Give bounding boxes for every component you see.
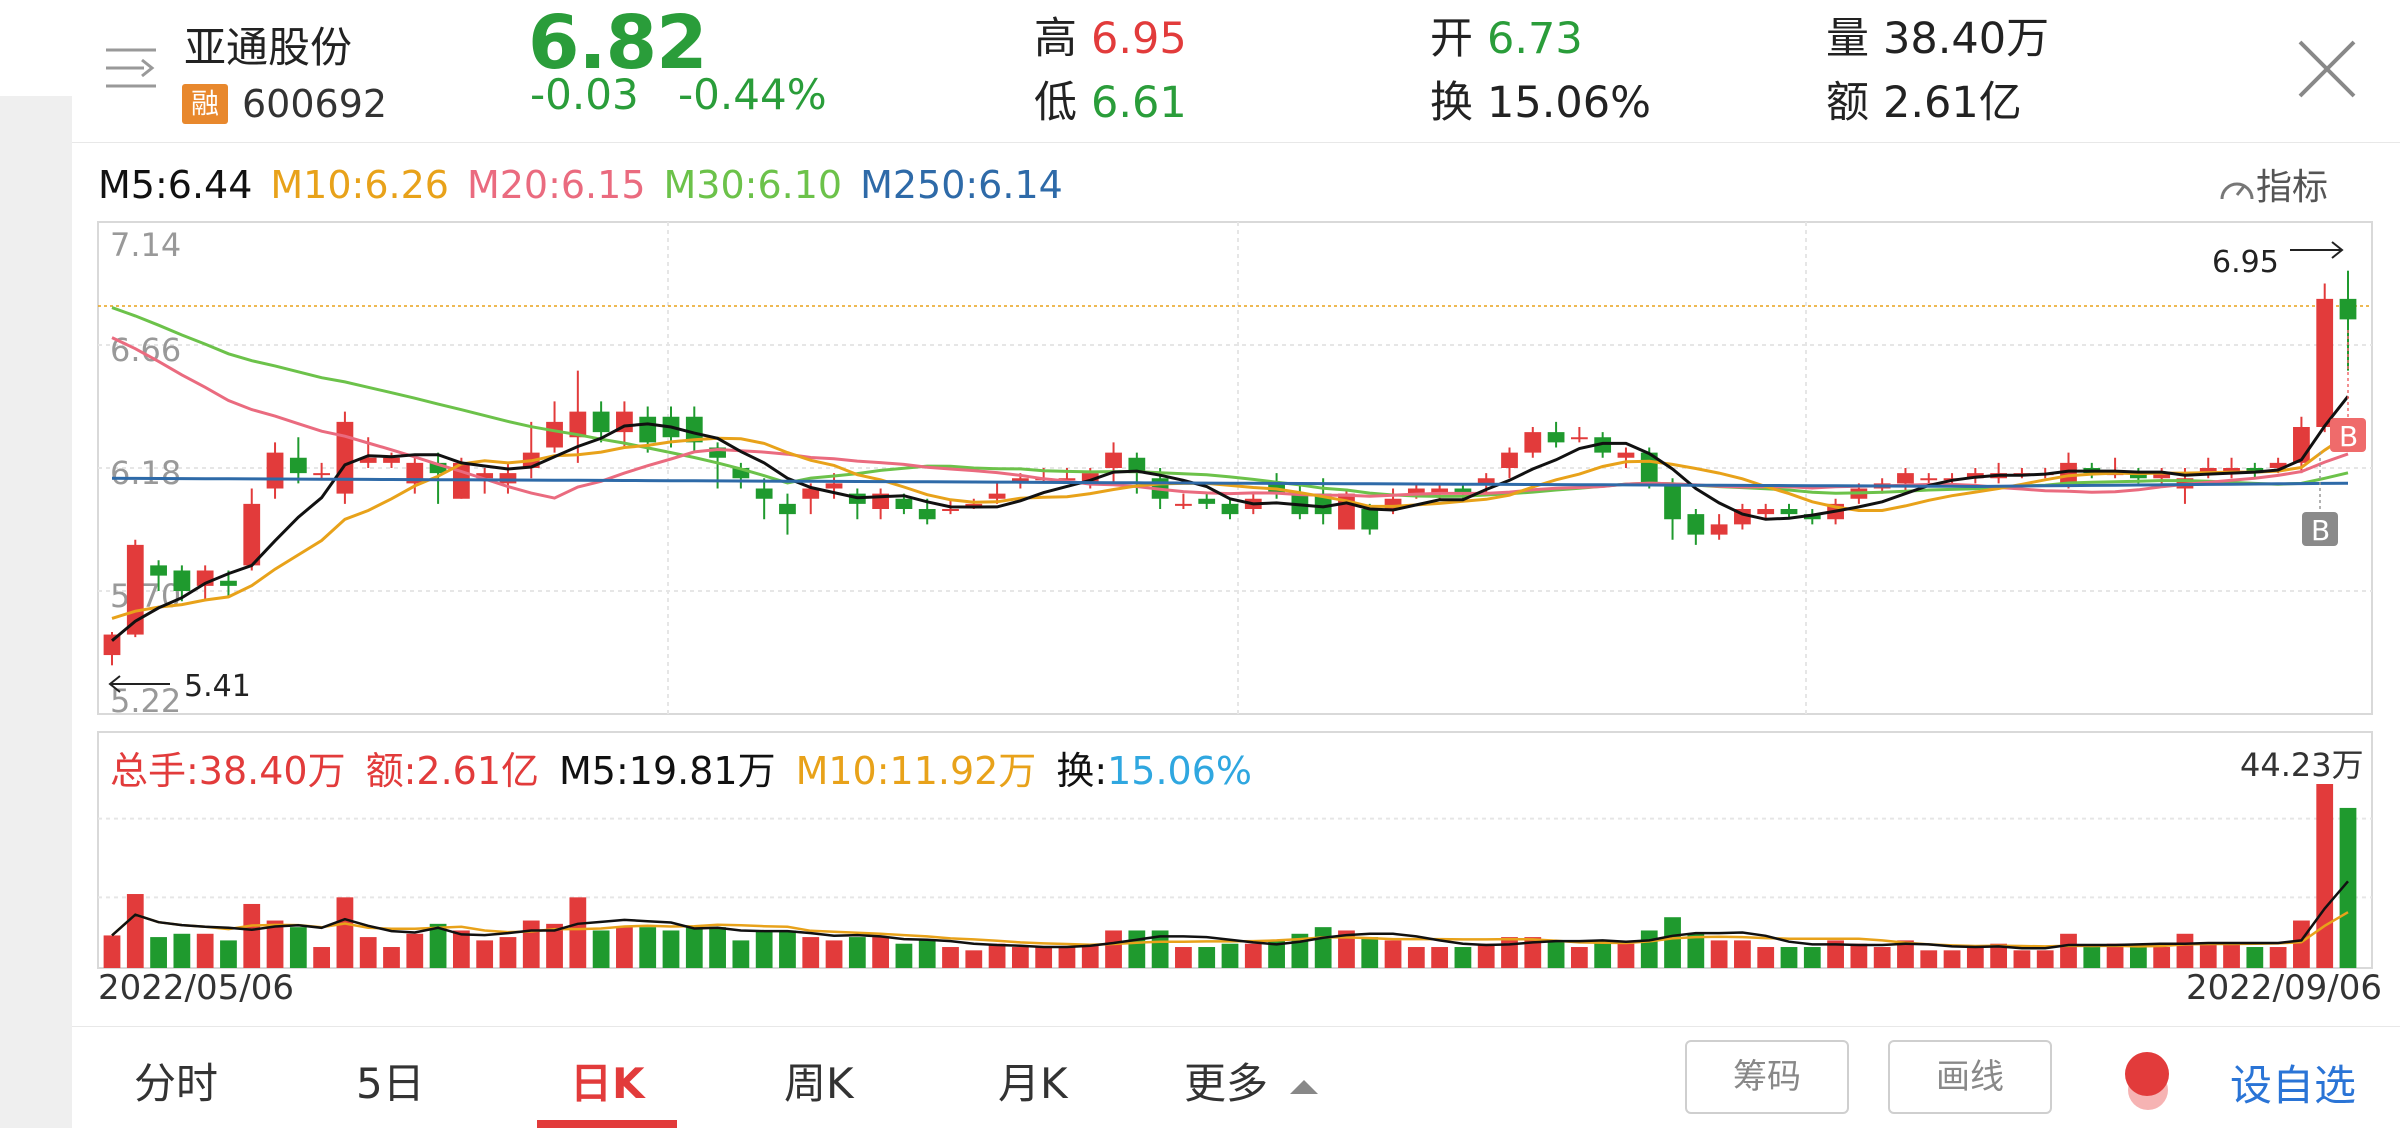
ma-legend: M5:6.44 M10:6.26 M20:6.15 M30:6.10 M250:6.14 <box>98 163 1081 207</box>
tab-5day[interactable]: 5日 <box>356 1050 425 1111</box>
volume-legend: 总手:38.40万 额:2.61亿 M5:19.81万 M10:11.92万 换:15.… <box>110 740 1272 795</box>
low-label: 低 <box>1034 78 1077 128</box>
left-edge-strip <box>0 96 72 1128</box>
amount-label: 额 <box>1826 78 1869 128</box>
ma250-label: M250:6.14 <box>860 163 1063 207</box>
gauge-icon <box>2220 182 2254 200</box>
turnover-value: 15.06% <box>1487 78 1651 128</box>
ma5-label: M5:6.44 <box>98 163 253 207</box>
high-stat: 高 6.95 <box>1034 4 1187 66</box>
amount-value: 2.61亿 <box>1883 78 2022 128</box>
tab-intraday[interactable]: 分时 <box>134 1050 218 1111</box>
indicator-label: 指标 <box>2256 167 2329 208</box>
open-label: 开 <box>1430 14 1473 64</box>
start-date: 2022/05/06 <box>98 968 294 1008</box>
active-tab-indicator <box>537 1120 677 1128</box>
caret-up-icon <box>1290 1079 1319 1094</box>
tab-daily-k[interactable]: 日K <box>570 1050 645 1111</box>
vol-turnover-label: 换: <box>1056 749 1108 793</box>
change-value: -0.03 <box>530 70 639 119</box>
high-label: 高 <box>1034 14 1077 64</box>
vol-ma10: M10:11.92万 <box>795 749 1037 793</box>
ma30-label: M30:6.10 <box>663 163 843 207</box>
stock-name: 亚通股份 <box>184 23 353 72</box>
open-value: 6.73 <box>1487 14 1583 64</box>
vol-turnover-value: 15.06% <box>1107 749 1253 793</box>
high-value: 6.95 <box>1091 14 1187 64</box>
volume-value: 38.40万 <box>1883 14 2050 64</box>
chips-button[interactable]: 筹码 <box>1685 1040 1849 1114</box>
tab-more[interactable]: 更多 <box>1184 1050 1319 1111</box>
indicator-button[interactable]: 指标 <box>2218 158 2328 210</box>
price-change: -0.03 -0.44% <box>530 70 827 119</box>
turnover-label: 换 <box>1430 78 1473 128</box>
close-icon[interactable] <box>2296 38 2358 100</box>
tab-monthly-k[interactable]: 月K <box>998 1050 1068 1111</box>
ma10-label: M10:6.26 <box>270 163 449 207</box>
volume-stat: 量 38.40万 <box>1826 4 2049 66</box>
menu-icon[interactable] <box>104 44 158 92</box>
favorite-dot-icon[interactable] <box>2125 1052 2169 1096</box>
low-value: 6.61 <box>1091 78 1187 128</box>
add-to-watchlist-button[interactable]: 设自选 <box>2230 1052 2356 1113</box>
margin-trading-badge: 融 <box>182 84 228 124</box>
vol-ma5: M5:19.81万 <box>559 749 776 793</box>
end-date: 2022/09/06 <box>2186 968 2382 1008</box>
amount-stat: 额 2.61亿 <box>1826 68 2022 130</box>
turnover-stat: 换 15.06% <box>1430 68 1651 130</box>
total-volume: 总手:38.40万 <box>110 749 346 793</box>
draw-line-button[interactable]: 画线 <box>1888 1040 2052 1114</box>
chart-panel <box>72 143 2400 1026</box>
tab-weekly-k[interactable]: 周K <box>784 1050 854 1111</box>
volume-label: 量 <box>1826 14 1869 64</box>
open-stat: 开 6.73 <box>1430 4 1583 66</box>
tab-more-label: 更多 <box>1184 1059 1269 1108</box>
low-stat: 低 6.61 <box>1034 68 1187 130</box>
volume-amount: 额:2.61亿 <box>365 749 540 793</box>
volume-max-label: 44.23万 <box>2240 746 2364 784</box>
stock-code: 600692 <box>242 82 388 126</box>
ma20-label: M20:6.15 <box>466 163 646 207</box>
change-percent: -0.44% <box>678 70 827 119</box>
